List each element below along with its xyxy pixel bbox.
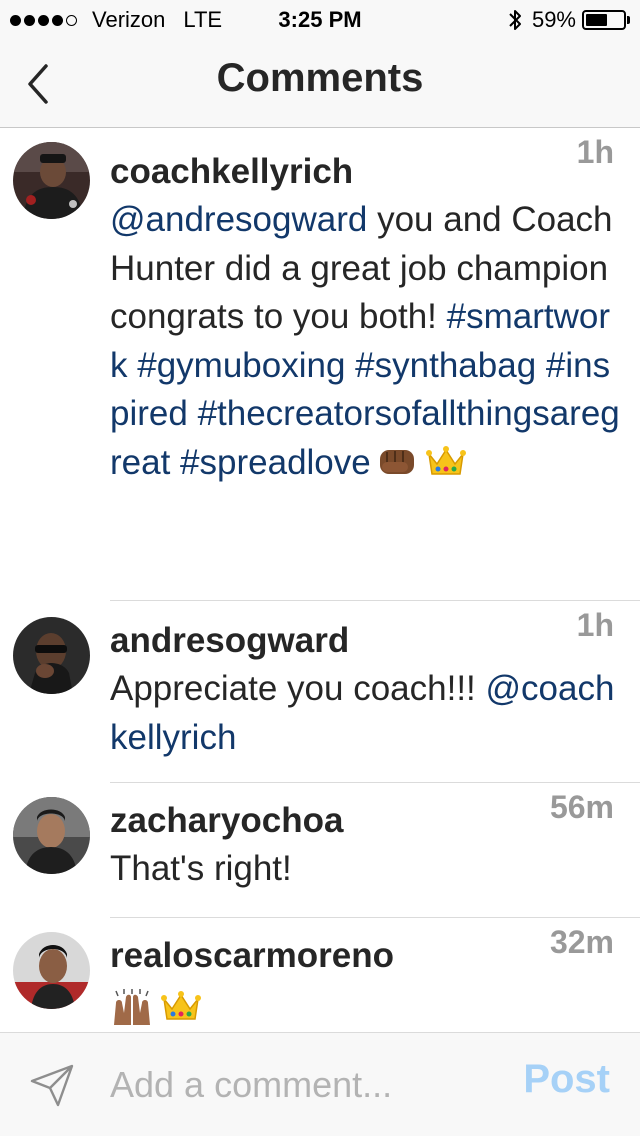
comment-text: @andresogward you and CoachHunter did a … [110,196,626,487]
comment-item: realoscarmoreno 32m [0,918,640,1032]
mention-link[interactable]: @andresogward [110,200,367,239]
crown-emoji [425,443,467,482]
comment-item: andresogward 1h Appreciate you coach!!! … [0,601,640,783]
comment-username[interactable]: realoscarmoreno [110,932,394,980]
raised-hands-emoji [110,988,154,1027]
comment-timestamp: 56m [549,789,614,825]
comment-text-span [188,394,198,433]
avatar[interactable] [13,142,90,219]
comment-text: Appreciate you coach!!! @coachkellyrich [110,665,626,762]
battery-percent: 59% [531,7,576,32]
avatar[interactable] [13,617,90,694]
comment-username[interactable]: andresogward [110,617,349,665]
comment-username[interactable]: coachkellyrich [110,148,353,196]
comment-text: That's right! [110,845,626,894]
page-title: Comments [216,56,424,100]
comment-text-span: That's right! [110,849,292,888]
comment-composer: Post [0,1032,640,1136]
comment-input[interactable] [110,1059,490,1111]
comment-text-span [345,346,355,385]
comment-text-span [536,346,546,385]
status-bar: Verizon LTE 3:25 PM 59% [0,0,640,40]
comment-text-span [170,443,180,482]
nav-bar: Comments [0,40,640,128]
comments-list[interactable]: coachkellyrich 1h @andresogward you and … [0,128,640,1032]
fist-emoji [377,443,419,482]
comment-item: zacharyochoa 56m That's right! [0,783,640,918]
hashtag-link[interactable]: #gymuboxing [137,346,345,385]
comment-text-span: Appreciate you coach!!! [110,669,486,708]
comment-text-span [128,346,138,385]
comment-timestamp: 1h [576,134,614,170]
battery-icon [582,10,626,30]
comment-text [110,984,626,1032]
comment-timestamp: 1h [576,607,614,643]
post-button[interactable]: Post [523,1057,610,1102]
status-right: 59% [508,7,630,33]
paper-plane-icon[interactable] [28,1061,76,1109]
bluetooth-icon [509,10,521,30]
comment-username[interactable]: zacharyochoa [110,797,343,845]
hashtag-link[interactable]: #synthabag [355,346,536,385]
hashtag-link[interactable]: #spreadlove [180,443,371,482]
comment-timestamp: 32m [549,924,614,960]
comment-item: coachkellyrich 1h @andresogward you and … [0,128,640,601]
avatar[interactable] [13,797,90,874]
crown-emoji [160,988,202,1027]
avatar[interactable] [13,932,90,1009]
